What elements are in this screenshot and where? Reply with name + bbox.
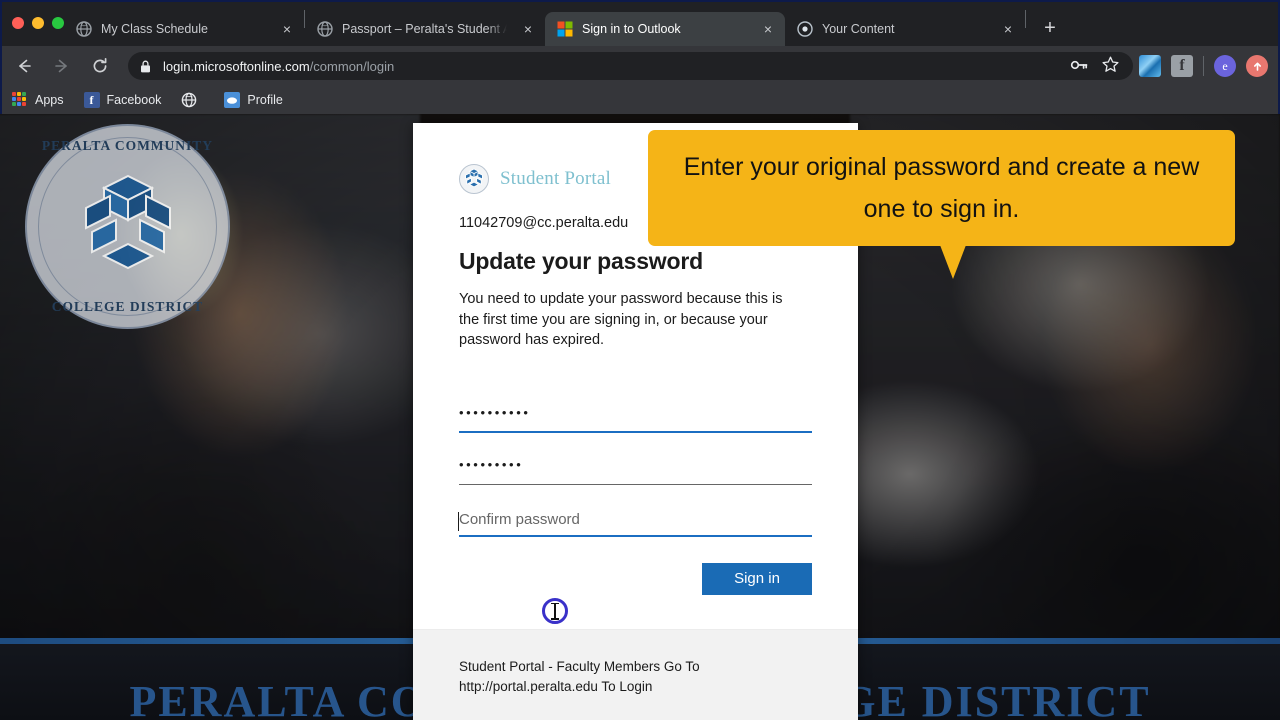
tab-separator bbox=[1025, 10, 1026, 28]
back-button[interactable] bbox=[10, 52, 38, 80]
url-host: login.microsoftonline.com bbox=[163, 58, 310, 74]
globe-icon bbox=[317, 21, 333, 37]
tab-close-icon[interactable]: × bbox=[517, 18, 539, 40]
callout-tail bbox=[940, 245, 966, 279]
bookmark-globe[interactable] bbox=[181, 92, 204, 108]
callout-text: Enter your original password and create … bbox=[683, 153, 1200, 223]
page-viewport: PERALTA COMMUNITY COLLEGE DISTRICT PERAL… bbox=[0, 114, 1280, 720]
tab-title: My Class Schedule bbox=[101, 22, 208, 36]
bookmarks-bar: Apps f Facebook Profile bbox=[0, 86, 1280, 114]
current-password-field[interactable]: •••••••••• bbox=[459, 381, 812, 433]
tab-title: Your Content bbox=[822, 22, 895, 36]
arrow-right-icon bbox=[55, 59, 67, 73]
bookmark-profile[interactable]: Profile bbox=[224, 92, 283, 108]
footer-line-2: http://portal.peralta.edu To Login bbox=[459, 679, 653, 694]
tab-close-icon[interactable]: × bbox=[997, 18, 1019, 40]
window-controls[interactable] bbox=[0, 0, 64, 46]
globe-icon bbox=[181, 92, 197, 108]
padlock-icon bbox=[141, 60, 150, 72]
confirm-password-placeholder: Confirm password bbox=[459, 510, 580, 528]
tab-passport-peralta[interactable]: Passport – Peralta's Student A × bbox=[305, 12, 545, 46]
current-password-value: •••••••••• bbox=[459, 404, 531, 420]
profile-icon bbox=[224, 92, 241, 108]
peralta-seal-watermark-icon: PERALTA COMMUNITY COLLEGE DISTRICT bbox=[25, 124, 230, 329]
sign-in-button[interactable]: Sign in bbox=[702, 562, 812, 595]
mouse-cursor-highlight bbox=[542, 598, 568, 624]
browser-menu-button[interactable] bbox=[1246, 55, 1268, 77]
peralta-seal-icon bbox=[459, 164, 489, 194]
bookmark-label: Facebook bbox=[106, 93, 162, 107]
tab-strip: My Class Schedule × Passport – Peralta's… bbox=[0, 0, 1280, 46]
seal-top-text: PERALTA COMMUNITY bbox=[41, 138, 214, 153]
instruction-text: You need to update your password because… bbox=[459, 291, 783, 348]
toolbar-extensions: f e bbox=[1139, 55, 1280, 77]
tab-title: Sign in to Outlook bbox=[582, 22, 681, 36]
seal-cubes-icon bbox=[84, 174, 171, 269]
login-card-footer: Student Portal - Faculty Members Go To h… bbox=[413, 629, 858, 720]
bookmark-label: Apps bbox=[35, 93, 64, 107]
star-icon[interactable] bbox=[1102, 56, 1119, 76]
close-window-button[interactable] bbox=[12, 17, 24, 29]
browser-toolbar: login.microsoftonline.com/common/login f… bbox=[0, 46, 1280, 86]
confirm-password-underline bbox=[459, 535, 812, 537]
bookmark-apps[interactable]: Apps bbox=[12, 92, 64, 108]
password-key-icon bbox=[1070, 60, 1088, 69]
new-tab-button[interactable]: + bbox=[1036, 14, 1064, 42]
profile-avatar[interactable]: e bbox=[1214, 55, 1236, 77]
page-title: Update your password bbox=[459, 248, 703, 274]
browser-chrome: My Class Schedule × Passport – Peralta's… bbox=[0, 0, 1280, 114]
zoom-window-button[interactable] bbox=[52, 17, 64, 29]
toolbar-divider bbox=[1203, 56, 1204, 76]
tabs-container: My Class Schedule × Passport – Peralta's… bbox=[64, 0, 1064, 46]
lock-icon bbox=[140, 60, 151, 73]
seal-bottom-text: COLLEGE DISTRICT bbox=[51, 299, 204, 314]
facebook-icon: f bbox=[83, 92, 100, 108]
url-path: /common/login bbox=[309, 58, 395, 74]
forward-button[interactable] bbox=[48, 52, 76, 80]
arrow-left-icon bbox=[19, 59, 31, 73]
tab-close-icon[interactable]: × bbox=[757, 18, 779, 40]
new-password-value: ••••••••• bbox=[459, 456, 524, 472]
address-bar[interactable]: login.microsoftonline.com/common/login bbox=[128, 52, 1133, 80]
brand-title: Student Portal bbox=[500, 168, 611, 189]
upload-arrow-icon bbox=[1253, 62, 1261, 71]
tab-title: Passport – Peralta's Student A bbox=[342, 22, 507, 36]
bookmark-facebook[interactable]: f Facebook bbox=[83, 92, 162, 108]
bookmark-star-icon bbox=[1102, 56, 1119, 72]
image-extension-icon[interactable] bbox=[1139, 55, 1161, 77]
new-password-field[interactable]: ••••••••• bbox=[459, 433, 812, 485]
apps-grid-icon bbox=[12, 92, 28, 108]
confirm-password-field[interactable]: Confirm password bbox=[458, 485, 812, 537]
facebook-extension-icon[interactable]: f bbox=[1171, 55, 1193, 77]
target-icon bbox=[797, 21, 813, 37]
reload-icon bbox=[93, 57, 107, 73]
globe-glyph-icon bbox=[182, 92, 197, 108]
form-actions: Sign in bbox=[459, 562, 812, 595]
tab-my-class-schedule[interactable]: My Class Schedule × bbox=[64, 12, 304, 46]
text-ibeam-cursor-icon bbox=[551, 602, 558, 620]
reload-button[interactable] bbox=[86, 52, 114, 80]
tab-close-icon[interactable]: × bbox=[276, 18, 298, 40]
footer-line-1: Student Portal - Faculty Members Go To bbox=[459, 659, 700, 674]
minimize-window-button[interactable] bbox=[32, 17, 44, 29]
key-icon[interactable] bbox=[1070, 57, 1088, 76]
screenshot-root: PERALTA COMMUNITY COLLEGE DISTRICT PERAL… bbox=[0, 0, 1280, 720]
bookmark-label: Profile bbox=[247, 93, 283, 107]
microsoft-icon bbox=[557, 21, 573, 37]
tab-your-content[interactable]: Your Content × bbox=[785, 12, 1025, 46]
omnibox-actions bbox=[1070, 56, 1121, 76]
globe-icon bbox=[76, 21, 92, 37]
seal-cubes-small-icon bbox=[465, 168, 483, 188]
cloud-icon bbox=[227, 97, 238, 104]
tab-sign-in-to-outlook[interactable]: Sign in to Outlook × bbox=[545, 12, 785, 46]
instruction-callout: Enter your original password and create … bbox=[648, 130, 1235, 279]
